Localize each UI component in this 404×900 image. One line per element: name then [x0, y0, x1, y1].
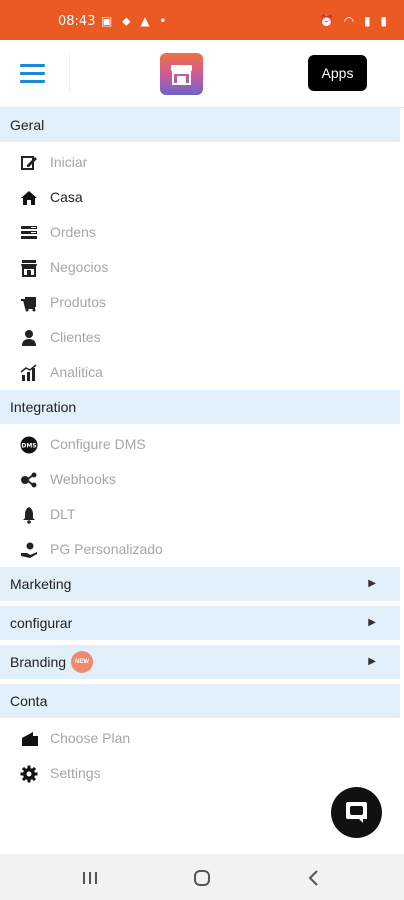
edit-icon [21, 156, 37, 170]
hamburger-menu-icon[interactable] [20, 64, 45, 84]
side-menu: Geral Iniciar Casa Ordens Negocios Produ… [0, 108, 404, 791]
menu-item-configure-dms[interactable]: DMS Configure DMS [0, 427, 404, 462]
menu-item-label: Iniciar [50, 154, 88, 170]
section-marketing[interactable]: Marketing ▶ [0, 567, 400, 601]
section-integration: Integration [0, 390, 400, 424]
new-badge: NEW [71, 651, 94, 674]
menu-item-clientes[interactable]: Clientes [0, 320, 404, 355]
menu-item-label: Produtos [50, 294, 107, 310]
menu-item-analitica[interactable]: Analitica [0, 355, 404, 390]
home-icon [21, 191, 37, 205]
menu-item-label: Casa [50, 189, 83, 205]
menu-item-label: Analitica [50, 364, 103, 380]
menu-item-produtos[interactable]: Produtos [0, 285, 404, 320]
section-title: configurar [10, 615, 73, 631]
section-configurar[interactable]: configurar ▶ [0, 606, 400, 640]
chevron-right-icon: ▶ [368, 617, 376, 628]
menu-item-label: Configure DMS [50, 436, 146, 452]
recent-apps-icon[interactable] [78, 866, 102, 890]
menu-item-label: PG Personalizado [50, 541, 163, 557]
home-button-icon[interactable] [190, 866, 214, 890]
menu-item-ordens[interactable]: Ordens [0, 215, 404, 250]
section-conta: Conta [0, 684, 400, 718]
plan-icon [22, 732, 38, 746]
menu-item-negocios[interactable]: Negocios [0, 250, 404, 285]
section-geral: Geral [0, 108, 400, 142]
menu-item-label: Negocios [50, 259, 109, 275]
menu-item-casa[interactable]: Casa [0, 180, 404, 215]
system-nav-bar [0, 854, 404, 900]
menu-item-webhooks[interactable]: Webhooks [0, 462, 404, 497]
chart-icon [20, 364, 37, 381]
menu-item-label: Choose Plan [50, 730, 131, 746]
svg-text:DMS: DMS [21, 443, 36, 450]
menu-item-label: Settings [50, 765, 101, 781]
notification-icons: ▣ ⬥ ▲ • [101, 14, 170, 28]
store-icon [21, 260, 37, 277]
status-time: 08:43 [58, 14, 96, 29]
menu-item-label: Clientes [50, 329, 101, 345]
menu-item-label: DLT [50, 506, 76, 522]
system-icons: ⏰ ◠ ▮ ▮ [318, 14, 390, 28]
person-icon [22, 330, 36, 346]
menu-item-choose-plan[interactable]: Choose Plan [0, 721, 404, 756]
bell-icon [23, 507, 35, 524]
menu-item-settings[interactable]: Settings [0, 756, 404, 791]
section-title: Branding [10, 654, 67, 670]
chevron-right-icon: ▶ [368, 656, 376, 667]
menu-item-pg-personalizado[interactable]: PG Personalizado [0, 532, 404, 567]
menu-item-label: Ordens [50, 224, 96, 240]
chevron-right-icon: ▶ [368, 578, 376, 589]
apps-button[interactable]: Apps [308, 55, 367, 91]
list-icon [21, 226, 37, 239]
gear-icon [20, 765, 38, 783]
store-logo [160, 53, 203, 95]
app-header: Apps [0, 40, 404, 108]
products-icon [21, 297, 36, 312]
menu-item-label: Webhooks [50, 471, 116, 487]
webhooks-icon [21, 472, 37, 488]
section-branding[interactable]: Branding NEW ▶ [0, 645, 400, 679]
chat-icon [346, 802, 367, 823]
menu-item-dlt[interactable]: DLT [0, 497, 404, 532]
status-bar: 08:43 ▣ ⬥ ▲ • ⏰ ◠ ▮ ▮ [0, 0, 404, 40]
back-icon[interactable] [302, 866, 326, 890]
header-divider [69, 54, 70, 94]
menu-item-iniciar[interactable]: Iniciar [0, 145, 404, 180]
dms-icon: DMS [20, 436, 38, 454]
chat-button[interactable] [331, 787, 382, 838]
section-title: Marketing [10, 576, 72, 592]
payment-icon [21, 542, 37, 558]
